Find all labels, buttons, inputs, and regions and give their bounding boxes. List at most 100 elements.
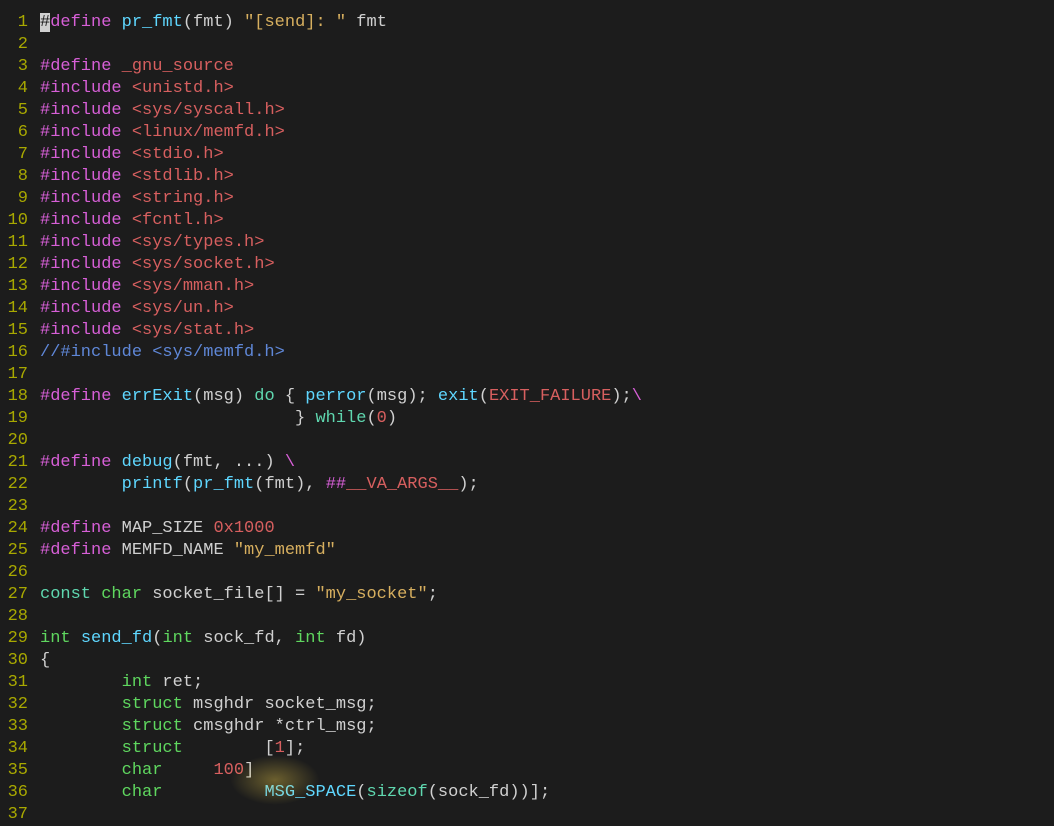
token-punct: ( [356, 783, 366, 802]
token-header: <stdio.h> [132, 145, 224, 164]
code-line[interactable]: #include <sys/stat.h> [40, 320, 642, 342]
token-ident [40, 761, 122, 780]
code-line[interactable] [40, 430, 642, 452]
code-line[interactable] [40, 804, 642, 826]
line-number: 3 [0, 56, 32, 78]
line-number: 37 [0, 804, 32, 826]
code-line[interactable]: struct cmsghdr *ctrl_msg; [40, 716, 642, 738]
token-header: <sys/un.h> [132, 299, 234, 318]
token-ident: msg [203, 387, 234, 406]
token-keyword: const [40, 585, 101, 604]
code-line[interactable]: const char socket_file[] = "my_socket"; [40, 584, 642, 606]
code-line[interactable]: struct [1]; [40, 738, 642, 760]
token-ident [40, 695, 122, 714]
code-line[interactable]: } while(0) [40, 408, 642, 430]
token-punct: ] [244, 761, 254, 780]
line-number: 27 [0, 584, 32, 606]
code-line[interactable]: #include <sys/mman.h> [40, 276, 642, 298]
code-line[interactable]: char MSG_SPACE(sizeof(sock_fd))]; [40, 782, 642, 804]
code-line[interactable]: int send_fd(int sock_fd, int fd) [40, 628, 642, 650]
token-punct: ); [458, 475, 478, 494]
line-number: 16 [0, 342, 32, 364]
line-number: 18 [0, 386, 32, 408]
code-line[interactable]: printf(pr_fmt(fmt), ##__VA_ARGS__); [40, 474, 642, 496]
token-punct: ( [254, 475, 264, 494]
code-line[interactable]: #define errExit(msg) do { perror(msg); e… [40, 386, 642, 408]
token-punct: ), [295, 475, 326, 494]
code-line[interactable] [40, 496, 642, 518]
token-ident: ret [152, 673, 193, 692]
token-ident: fmt [183, 453, 214, 472]
line-number: 23 [0, 496, 32, 518]
token-preproc: \ [632, 387, 642, 406]
token-preproc: #define [40, 519, 122, 538]
line-number: 29 [0, 628, 32, 650]
token-number: 0x1000 [213, 519, 274, 538]
token-punct: * [275, 717, 285, 736]
line-number: 4 [0, 78, 32, 100]
code-line[interactable] [40, 364, 642, 386]
token-punct: ); [611, 387, 631, 406]
token-preproc: #include [40, 79, 132, 98]
token-header: <linux/memfd.h> [132, 123, 285, 142]
code-line[interactable]: #include <stdlib.h> [40, 166, 642, 188]
code-line[interactable]: int ret; [40, 672, 642, 694]
code-line[interactable]: { [40, 650, 642, 672]
line-number: 6 [0, 122, 32, 144]
code-line[interactable] [40, 562, 642, 584]
token-ident: fd [326, 629, 357, 648]
code-line[interactable]: #include <sys/un.h> [40, 298, 642, 320]
code-line[interactable]: #include <sys/types.h> [40, 232, 642, 254]
code-line[interactable]: #define debug(fmt, ...) \ [40, 452, 642, 474]
line-number: 28 [0, 606, 32, 628]
code-line[interactable]: #include <sys/socket.h> [40, 254, 642, 276]
token-func: pr_fmt [193, 475, 254, 494]
token-preproc: #include [40, 211, 132, 230]
token-punct: ; [366, 695, 376, 714]
token-punct: ) [234, 387, 254, 406]
line-number: 24 [0, 518, 32, 540]
token-preproc: #include [40, 233, 132, 252]
line-number: 1 [0, 12, 32, 34]
token-punct: fmt [346, 13, 387, 32]
token-punct: ( [152, 629, 162, 648]
code-line[interactable]: #define pr_fmt(fmt) "[send]: " fmt [40, 12, 642, 34]
code-line[interactable]: #include <sys/syscall.h> [40, 100, 642, 122]
code-area[interactable]: #define pr_fmt(fmt) "[send]: " fmt #defi… [32, 12, 642, 826]
token-func: pr_fmt [122, 13, 183, 32]
code-line[interactable]: #include <stdio.h> [40, 144, 642, 166]
token-number: 1 [275, 739, 285, 758]
code-line[interactable]: #define MAP_SIZE 0x1000 [40, 518, 642, 540]
code-line[interactable]: #define _gnu_source [40, 56, 642, 78]
code-line[interactable]: #include <fcntl.h> [40, 210, 642, 232]
token-keyword: do [254, 387, 274, 406]
token-number: 0 [377, 409, 387, 428]
code-line[interactable] [40, 34, 642, 56]
line-number: 19 [0, 408, 32, 430]
token-punct: { [40, 651, 50, 670]
token-header: <sys/socket.h> [132, 255, 275, 274]
token-preproc: #include [40, 145, 132, 164]
code-line[interactable]: #include <linux/memfd.h> [40, 122, 642, 144]
token-func: send_fd [81, 629, 152, 648]
line-number: 30 [0, 650, 32, 672]
token-ident: sock_fd [193, 629, 275, 648]
token-preproc: #include [40, 321, 132, 340]
line-number: 13 [0, 276, 32, 298]
code-editor[interactable]: 1234567891011121314151617181920212223242… [0, 0, 1054, 826]
code-line[interactable]: #include <unistd.h> [40, 78, 642, 100]
token-punct: ( [193, 387, 203, 406]
code-line[interactable]: #include <string.h> [40, 188, 642, 210]
code-line[interactable]: //#include <sys/memfd.h> [40, 342, 642, 364]
token-func: debug [122, 453, 173, 472]
token-string: "my_memfd" [234, 541, 336, 560]
token-preproc: #include [40, 167, 132, 186]
code-line[interactable]: struct msghdr socket_msg; [40, 694, 642, 716]
code-line[interactable]: char 100] [40, 760, 642, 782]
code-line[interactable] [40, 606, 642, 628]
token-punct: ( [183, 13, 193, 32]
token-preproc: #include [40, 255, 132, 274]
code-line[interactable]: #define MEMFD_NAME "my_memfd" [40, 540, 642, 562]
line-number: 9 [0, 188, 32, 210]
token-ident: MAP_SIZE [122, 519, 214, 538]
